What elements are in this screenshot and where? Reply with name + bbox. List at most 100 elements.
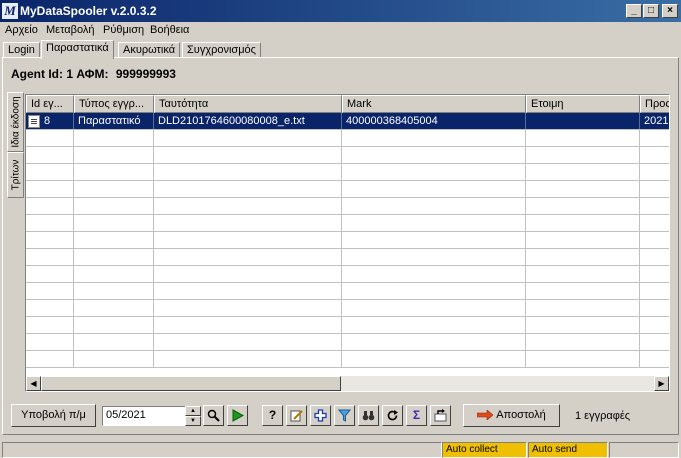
table-row[interactable]: 8 Παραστατικό DLD2101764600080008_e.txt 400…: [26, 113, 669, 130]
column-header-mark[interactable]: Mark: [342, 95, 526, 113]
table-row[interactable]: [26, 164, 669, 181]
table-cell-mark: [342, 181, 526, 197]
table-cell-id: [26, 266, 74, 282]
table-cell-id: [26, 130, 74, 146]
filter-button[interactable]: [334, 405, 355, 426]
table-cell-ready: [526, 300, 640, 316]
period-spinner[interactable]: ▲ ▼: [185, 406, 201, 426]
record-count: 1 εγγραφές: [575, 410, 631, 422]
table-cell-type: [74, 147, 154, 163]
table-cell-identity: [154, 300, 342, 316]
menu-settings[interactable]: Ρύθμιση: [103, 24, 144, 36]
table-cell-id: [26, 232, 74, 248]
table-cell-identity: [154, 283, 342, 299]
table-cell-identity: [154, 266, 342, 282]
table-row[interactable]: [26, 334, 669, 351]
sum-button[interactable]: Σ: [406, 405, 427, 426]
edit-icon: [290, 410, 303, 422]
table-cell-pros: [640, 317, 669, 333]
spin-down-icon[interactable]: ▼: [185, 416, 201, 426]
add-button[interactable]: [310, 405, 331, 426]
edit-button[interactable]: [286, 405, 307, 426]
side-tab-third-party[interactable]: Τρίτων: [7, 152, 24, 198]
table-row[interactable]: [26, 232, 669, 249]
table-cell-pros: [640, 249, 669, 265]
table-cell-pros: [640, 266, 669, 282]
table-cell-identity: [154, 164, 342, 180]
menu-help[interactable]: Βοήθεια: [150, 24, 189, 36]
table-row[interactable]: [26, 181, 669, 198]
table-cell-pros: [640, 232, 669, 248]
table-cell-ready: [526, 130, 640, 146]
help-button[interactable]: ?: [262, 405, 283, 426]
scroll-left-icon[interactable]: ◀: [26, 376, 41, 391]
tab-sync[interactable]: Συγχρονισμός: [182, 42, 261, 58]
table-cell-identity: DLD2101764600080008_e.txt: [154, 113, 342, 129]
export-button[interactable]: [430, 405, 451, 426]
table-cell-pros: [640, 164, 669, 180]
table-cell-pros: [640, 334, 669, 350]
submit-button[interactable]: Υποβολή π/μ: [11, 404, 96, 427]
column-header-identity[interactable]: Ταυτότητα: [154, 95, 342, 113]
tab-cancellations[interactable]: Ακυρωτικά: [118, 42, 181, 58]
table-row[interactable]: [26, 317, 669, 334]
search-icon: [207, 409, 220, 422]
horizontal-scrollbar[interactable]: ◀ ▶: [26, 376, 669, 391]
export-icon: [434, 409, 447, 422]
document-icon: [28, 115, 40, 128]
table-cell-type: [74, 249, 154, 265]
menu-file[interactable]: Αρχείο: [5, 24, 38, 36]
table-row[interactable]: [26, 283, 669, 300]
window-title: MyDataSpooler v.2.0.3.2: [20, 4, 157, 18]
column-header-ready[interactable]: Ετοιμη: [526, 95, 640, 113]
documents-grid[interactable]: Id εγ... Τύπος εγγρ... Ταυτότητα Mark Ετ…: [25, 94, 670, 392]
table-row[interactable]: [26, 130, 669, 147]
table-cell-type: [74, 198, 154, 214]
table-row[interactable]: [26, 249, 669, 266]
period-input[interactable]: 05/2021: [102, 406, 186, 426]
column-header-id[interactable]: Id εγ...: [26, 95, 74, 113]
tab-documents[interactable]: Παραστατικά: [41, 40, 114, 59]
table-cell-type: [74, 300, 154, 316]
table-cell-id: [26, 317, 74, 333]
play-button[interactable]: [227, 405, 248, 426]
play-icon: [232, 409, 245, 422]
table-cell-ready: [526, 232, 640, 248]
column-header-pros[interactable]: Προς: [640, 95, 669, 113]
table-cell-id: [26, 198, 74, 214]
column-header-type[interactable]: Τύπος εγγρ...: [74, 95, 154, 113]
minimize-button[interactable]: _: [626, 4, 642, 18]
table-cell-mark: [342, 300, 526, 316]
cell-text: DLD2101764600080008_e.txt: [158, 115, 305, 127]
send-button[interactable]: Αποστολή: [463, 404, 560, 427]
table-cell-type: [74, 351, 154, 367]
table-cell-ready: [526, 198, 640, 214]
side-tab-own-issue[interactable]: Ιδια έκδοση: [7, 92, 24, 152]
find-button[interactable]: [358, 405, 379, 426]
cell-text: 2021: [644, 115, 669, 127]
table-row[interactable]: [26, 215, 669, 232]
refresh-button[interactable]: [382, 405, 403, 426]
search-button[interactable]: [203, 405, 224, 426]
table-cell-id: [26, 300, 74, 316]
table-row[interactable]: [26, 300, 669, 317]
scroll-right-icon[interactable]: ▶: [654, 376, 669, 391]
tab-login[interactable]: Login: [3, 42, 40, 58]
spin-up-icon[interactable]: ▲: [185, 406, 201, 416]
table-cell-mark: [342, 283, 526, 299]
menu-edit[interactable]: Μεταβολή: [46, 24, 94, 36]
refresh-icon: [387, 410, 398, 421]
table-cell-mark: [342, 147, 526, 163]
table-row[interactable]: [26, 198, 669, 215]
close-button[interactable]: ×: [662, 4, 678, 18]
table-row[interactable]: [26, 351, 669, 368]
table-cell-identity: [154, 317, 342, 333]
side-tab-third-party-label: Τρίτων: [10, 159, 21, 191]
table-row[interactable]: [26, 266, 669, 283]
auto-collect-indicator: Auto collect: [442, 442, 527, 458]
table-row[interactable]: [26, 147, 669, 164]
scroll-thumb[interactable]: [41, 376, 341, 391]
table-cell-identity: [154, 147, 342, 163]
maximize-button[interactable]: □: [643, 4, 659, 18]
side-tab-own-issue-label: Ιδια έκδοση: [10, 96, 21, 148]
